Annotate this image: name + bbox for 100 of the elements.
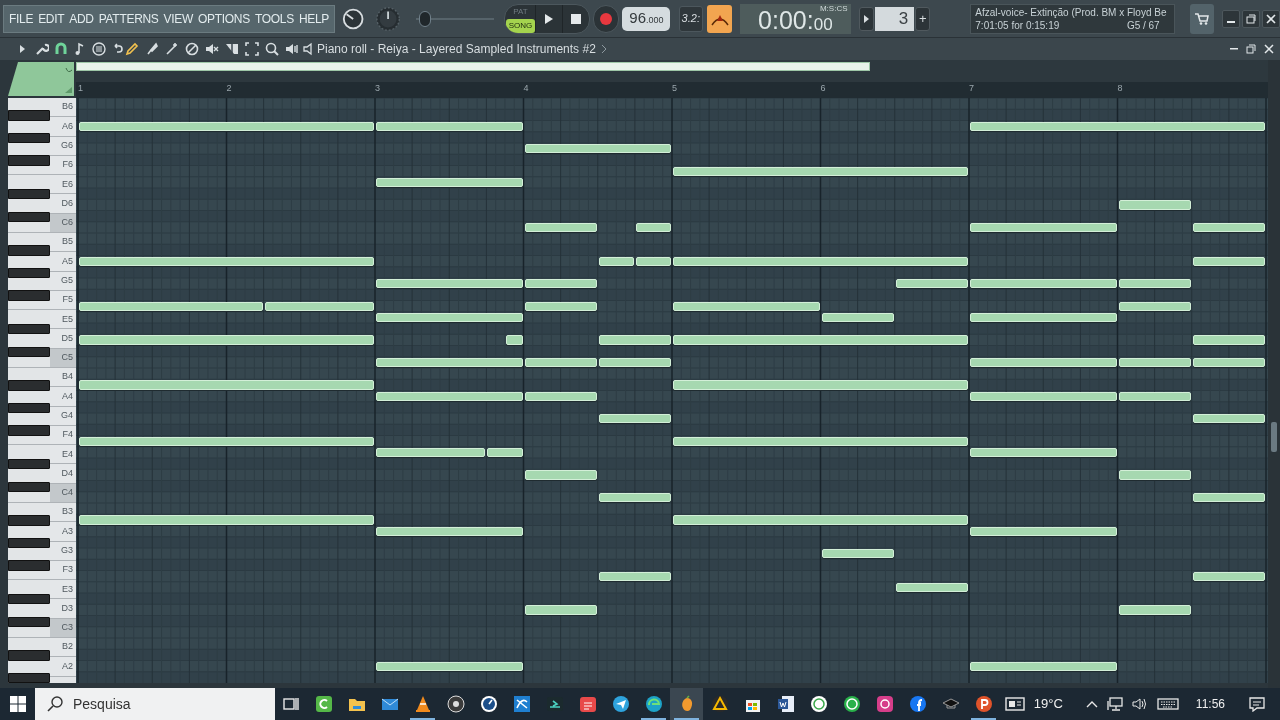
magnet-icon[interactable] bbox=[54, 42, 68, 56]
minimize-button[interactable] bbox=[1222, 9, 1240, 28]
note-bar[interactable] bbox=[79, 301, 263, 311]
slice-icon[interactable] bbox=[225, 42, 239, 56]
menu-item[interactable]: OPTIONS bbox=[198, 12, 250, 25]
note-bar[interactable] bbox=[598, 357, 671, 367]
note-bar[interactable] bbox=[821, 312, 894, 322]
news-icon[interactable] bbox=[1004, 696, 1025, 712]
task-view-icon[interactable] bbox=[283, 696, 299, 712]
restore-button[interactable] bbox=[1242, 9, 1260, 28]
note-bar[interactable] bbox=[1192, 222, 1265, 232]
note-bar[interactable] bbox=[1118, 279, 1191, 289]
menu-item[interactable]: ADD bbox=[69, 12, 94, 25]
keyboard-icon[interactable] bbox=[1156, 697, 1179, 711]
note-bar[interactable] bbox=[673, 256, 968, 266]
scrollbar-thumb[interactable] bbox=[1271, 422, 1277, 452]
note-bar[interactable] bbox=[970, 279, 1117, 289]
note-bar[interactable] bbox=[376, 526, 523, 536]
note-bar[interactable] bbox=[1118, 301, 1191, 311]
note-bar[interactable] bbox=[376, 177, 523, 187]
note-bar[interactable] bbox=[970, 357, 1117, 367]
note-bar[interactable] bbox=[673, 301, 820, 311]
note-bar[interactable] bbox=[1192, 256, 1265, 266]
note-bar[interactable] bbox=[524, 301, 597, 311]
volume-icon[interactable] bbox=[1131, 697, 1148, 711]
notification-icon[interactable] bbox=[1248, 696, 1266, 712]
pattern-arrow-button[interactable] bbox=[858, 6, 874, 31]
note-bar[interactable] bbox=[376, 661, 523, 671]
close-button[interactable] bbox=[1262, 9, 1280, 28]
note-bar[interactable] bbox=[1192, 357, 1265, 367]
zoom-icon[interactable] bbox=[265, 42, 279, 56]
sharp-key[interactable] bbox=[8, 402, 50, 413]
tempo-field[interactable]: 96.000 bbox=[622, 6, 670, 31]
sharp-key[interactable] bbox=[8, 132, 50, 143]
speaker-icon[interactable] bbox=[285, 42, 299, 56]
prohibited-icon[interactable] bbox=[185, 42, 199, 56]
note-bar[interactable] bbox=[1118, 391, 1191, 401]
note-bar[interactable] bbox=[505, 335, 523, 345]
note-bar[interactable] bbox=[376, 357, 523, 367]
corner-panel[interactable] bbox=[8, 60, 76, 98]
clock-text[interactable]: 11:56 bbox=[1195, 695, 1225, 713]
sharp-key[interactable] bbox=[8, 346, 50, 357]
note-bar[interactable] bbox=[79, 256, 374, 266]
timeline-ruler[interactable]: 1 2 3 4 5 6 7 8 bbox=[76, 82, 1268, 98]
note-bar[interactable] bbox=[524, 391, 597, 401]
sharp-key[interactable] bbox=[8, 594, 50, 605]
note-bar[interactable] bbox=[376, 312, 523, 322]
menu-item[interactable]: VIEW bbox=[163, 12, 194, 25]
note-bar[interactable] bbox=[376, 279, 523, 289]
note-bar[interactable] bbox=[598, 256, 634, 266]
note-bar[interactable] bbox=[970, 447, 1117, 457]
piano-keyboard[interactable]: B6 A6 G6 F6 E6 D6 C6 B5 A5 G5 F5 E5 D5 C5 B4 A4 G4 F4 E4 D4 C4 B3 A3 G3 F3 E3 D3 C3 B2 A2 bbox=[8, 98, 76, 683]
close-icon[interactable] bbox=[1264, 44, 1274, 54]
search-bar[interactable]: Pesquisa bbox=[35, 688, 275, 720]
chevron-up-icon[interactable] bbox=[1085, 700, 1098, 708]
restore-icon[interactable] bbox=[1246, 44, 1256, 54]
sharp-key[interactable] bbox=[8, 481, 50, 492]
shop-button[interactable] bbox=[1189, 3, 1214, 34]
menu-item[interactable]: EDIT bbox=[38, 12, 65, 25]
note-bar[interactable] bbox=[1192, 492, 1265, 502]
note-bar[interactable] bbox=[524, 279, 597, 289]
network-icon[interactable] bbox=[1106, 697, 1123, 711]
note-bar[interactable] bbox=[895, 582, 968, 592]
note-bar[interactable] bbox=[524, 144, 671, 154]
note-grid[interactable] bbox=[76, 98, 1268, 683]
note-bar[interactable] bbox=[970, 661, 1117, 671]
note-bar[interactable] bbox=[970, 121, 1265, 131]
note-bar[interactable] bbox=[376, 447, 486, 457]
note-bar[interactable] bbox=[1118, 357, 1191, 367]
note-bar[interactable] bbox=[598, 571, 671, 581]
note-bar[interactable] bbox=[635, 222, 671, 232]
note-bar[interactable] bbox=[487, 447, 523, 457]
snap-button[interactable]: 3.2: bbox=[678, 5, 703, 32]
note-bar[interactable] bbox=[673, 166, 968, 176]
pencil-icon[interactable] bbox=[125, 42, 139, 56]
note-bar[interactable] bbox=[264, 301, 374, 311]
note-bar[interactable] bbox=[598, 414, 671, 424]
metronome-button[interactable] bbox=[707, 4, 733, 33]
search-field[interactable]: Pesquisa bbox=[73, 693, 253, 715]
note-bar[interactable] bbox=[970, 526, 1117, 536]
selection-icon[interactable] bbox=[245, 42, 259, 56]
undo-icon[interactable] bbox=[111, 42, 125, 56]
sharp-key[interactable] bbox=[8, 211, 50, 222]
sharp-key[interactable] bbox=[8, 324, 50, 335]
note-bar[interactable] bbox=[895, 279, 968, 289]
note-bar[interactable] bbox=[79, 121, 374, 131]
piano-key[interactable]: C5 bbox=[50, 348, 76, 368]
note-bar[interactable] bbox=[970, 391, 1117, 401]
menu-item[interactable]: PATTERNS bbox=[98, 12, 159, 25]
menu-item[interactable]: FILE bbox=[9, 12, 34, 25]
note-bar[interactable] bbox=[376, 121, 523, 131]
note-bar[interactable] bbox=[821, 549, 894, 559]
note-bar[interactable] bbox=[970, 222, 1117, 232]
note-bar[interactable] bbox=[598, 492, 671, 502]
sharp-key[interactable] bbox=[8, 672, 50, 683]
list-circle-icon[interactable] bbox=[92, 42, 106, 56]
mode-toggle[interactable]: SONG bbox=[506, 18, 535, 33]
sharp-key[interactable] bbox=[8, 616, 50, 627]
piano-key[interactable]: C4 bbox=[50, 483, 76, 503]
piano-key[interactable]: C3 bbox=[50, 618, 76, 638]
